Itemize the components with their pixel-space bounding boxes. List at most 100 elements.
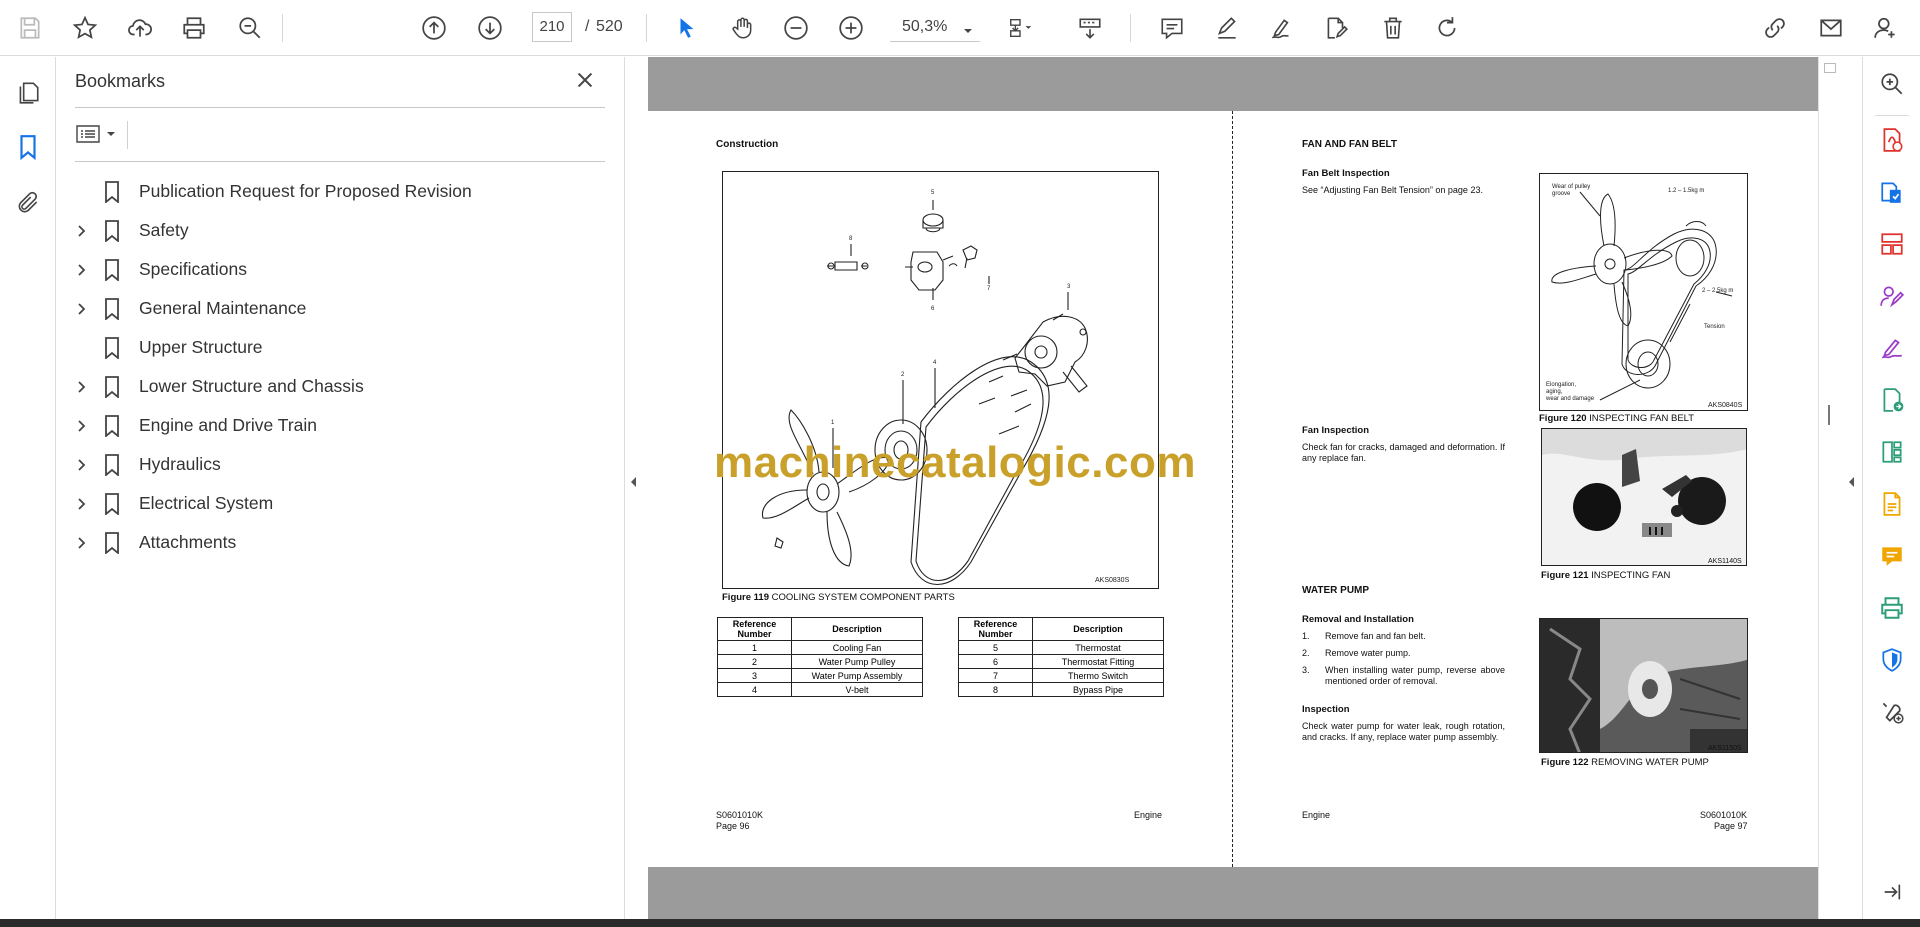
main-toolbar: 210 / 520 50,3% xyxy=(0,0,1920,56)
diagram-label: 6 xyxy=(931,306,935,312)
table-row: 7 Thermo Switch xyxy=(958,668,1164,683)
chevron-right-icon[interactable] xyxy=(71,532,93,554)
request-signature-icon[interactable] xyxy=(1877,281,1907,311)
bookmark-item[interactable]: Publication Request for Proposed Revisio… xyxy=(71,172,611,211)
highlight-pen-icon[interactable] xyxy=(1211,12,1243,44)
star-icon[interactable] xyxy=(69,12,101,44)
figure-code: AKS0840S xyxy=(1708,402,1743,409)
table-cell: 1 xyxy=(717,640,792,655)
table-cell: Thermo Switch xyxy=(1032,668,1164,683)
protect-icon[interactable] xyxy=(1877,645,1907,675)
select-cursor-icon[interactable] xyxy=(671,12,703,44)
edit-pdf-icon[interactable] xyxy=(1320,12,1352,44)
create-pdf-icon[interactable] xyxy=(1877,177,1907,207)
diagram-label: wear and damage xyxy=(1545,396,1595,402)
bookmark-label: Lower Structure and Chassis xyxy=(139,376,364,396)
document-viewer[interactable]: Construction 5 6 7 8 3 2 1 4 AKS0830S Fi… xyxy=(648,57,1818,919)
diagram-label: aging, xyxy=(1546,389,1563,395)
page-down-icon[interactable] xyxy=(474,12,506,44)
diagram-label: Wear of pulley xyxy=(1552,184,1590,190)
page-up-icon[interactable] xyxy=(418,12,450,44)
email-icon[interactable] xyxy=(1815,12,1847,44)
figure-code: AKS0830S xyxy=(1095,577,1130,584)
subsection-heading: Removal and Installation xyxy=(1302,614,1414,625)
table-cell: 6 xyxy=(958,654,1033,669)
collapse-left-panel-icon[interactable] xyxy=(628,475,638,494)
hand-icon[interactable] xyxy=(726,12,758,44)
chevron-right-icon[interactable] xyxy=(71,259,93,281)
bookmark-item[interactable]: General Maintenance xyxy=(71,289,611,328)
fill-sign-icon[interactable] xyxy=(1877,333,1907,363)
bookmark-icon[interactable] xyxy=(12,131,44,163)
step-number: 2. xyxy=(1302,648,1310,658)
close-icon[interactable] xyxy=(574,69,600,95)
bookmark-options-button[interactable] xyxy=(75,119,121,149)
bookmark-item[interactable]: Hydraulics xyxy=(71,445,611,484)
bookmark-item[interactable]: Lower Structure and Chassis xyxy=(71,367,611,406)
figure-code: AKS1150S xyxy=(1708,745,1742,752)
compress-icon[interactable] xyxy=(1877,437,1907,467)
collapse-panel-icon[interactable] xyxy=(1877,877,1907,907)
save-icon[interactable] xyxy=(14,12,46,44)
section-heading: FAN AND FAN BELT xyxy=(1302,139,1397,150)
fit-page-icon[interactable] xyxy=(1004,12,1036,44)
print-production-icon[interactable] xyxy=(1877,593,1907,623)
chevron-right-icon[interactable] xyxy=(71,493,93,515)
send-file-icon[interactable] xyxy=(1877,489,1907,519)
bookmark-item[interactable]: Specifications xyxy=(71,250,611,289)
bookmark-item[interactable]: Safety xyxy=(71,211,611,250)
table-cell: Thermostat Fitting xyxy=(1032,654,1164,669)
table-cell: Water Pump Pulley xyxy=(791,654,923,669)
zoom-out-icon[interactable] xyxy=(780,12,812,44)
table-cell: 3 xyxy=(717,668,792,683)
chevron-right-icon[interactable] xyxy=(71,376,93,398)
section-heading: Construction xyxy=(716,139,779,150)
diagram-label: 2 xyxy=(901,372,905,378)
pages-icon[interactable] xyxy=(12,77,44,109)
scrollbar-thumb[interactable] xyxy=(1824,63,1836,73)
comment-bubble-icon[interactable] xyxy=(1877,541,1907,571)
print-icon[interactable] xyxy=(178,12,210,44)
column-header: Description xyxy=(1032,617,1164,641)
bookmark-item[interactable]: Upper Structure xyxy=(71,328,611,367)
cooling-system-exploded-drawing: 5 6 7 8 3 2 1 4 AKS0830S xyxy=(761,190,1130,586)
delete-icon[interactable] xyxy=(1377,12,1409,44)
collapse-right-panel-icon[interactable] xyxy=(1846,475,1856,494)
page-number-input[interactable]: 210 xyxy=(532,12,572,42)
cloud-upload-icon[interactable] xyxy=(124,12,156,44)
table-row: 8 Bypass Pipe xyxy=(958,682,1164,697)
rotate-icon[interactable] xyxy=(1431,12,1463,44)
keyboard-scroll-icon[interactable] xyxy=(1074,12,1106,44)
chevron-right-icon[interactable] xyxy=(71,454,93,476)
chevron-right-icon[interactable] xyxy=(71,298,93,320)
table-cell: V-belt xyxy=(791,682,923,697)
enhance-search-icon[interactable] xyxy=(1877,69,1907,99)
share-link-icon[interactable] xyxy=(1759,12,1791,44)
bookmark-label: Upper Structure xyxy=(139,337,263,357)
chevron-right-icon[interactable] xyxy=(71,220,93,242)
table-cell: Thermostat xyxy=(1032,640,1164,655)
attachment-icon[interactable] xyxy=(12,187,44,219)
more-tools-icon[interactable] xyxy=(1877,697,1907,727)
bookmark-item[interactable]: Attachments xyxy=(71,523,611,562)
table-header-row: Reference Number Description xyxy=(717,617,923,641)
organize-pages-icon[interactable] xyxy=(1877,229,1907,259)
zoom-in-icon[interactable] xyxy=(835,12,867,44)
table-row: 3 Water Pump Assembly xyxy=(717,668,923,683)
export-image-icon[interactable] xyxy=(1877,385,1907,415)
zoom-search-icon[interactable] xyxy=(234,12,266,44)
bookmark-item[interactable]: Engine and Drive Train xyxy=(71,406,611,445)
bookmark-label: Attachments xyxy=(139,532,237,552)
bookmark-item[interactable]: Electrical System xyxy=(71,484,611,523)
bookmark-label: Engine and Drive Train xyxy=(139,415,318,435)
account-icon[interactable] xyxy=(1870,12,1902,44)
chevron-right-icon[interactable] xyxy=(71,415,93,437)
column-header: Reference Number xyxy=(717,617,792,641)
comment-icon[interactable] xyxy=(1156,12,1188,44)
zoom-dropdown-icon[interactable] xyxy=(962,22,974,40)
footer-code: S0601010K xyxy=(1700,810,1748,820)
vertical-scrollbar[interactable] xyxy=(1818,57,1840,919)
export-pdf-icon[interactable] xyxy=(1877,125,1907,155)
panel-resize-handle[interactable] xyxy=(1828,405,1830,425)
sign-icon[interactable] xyxy=(1266,12,1298,44)
